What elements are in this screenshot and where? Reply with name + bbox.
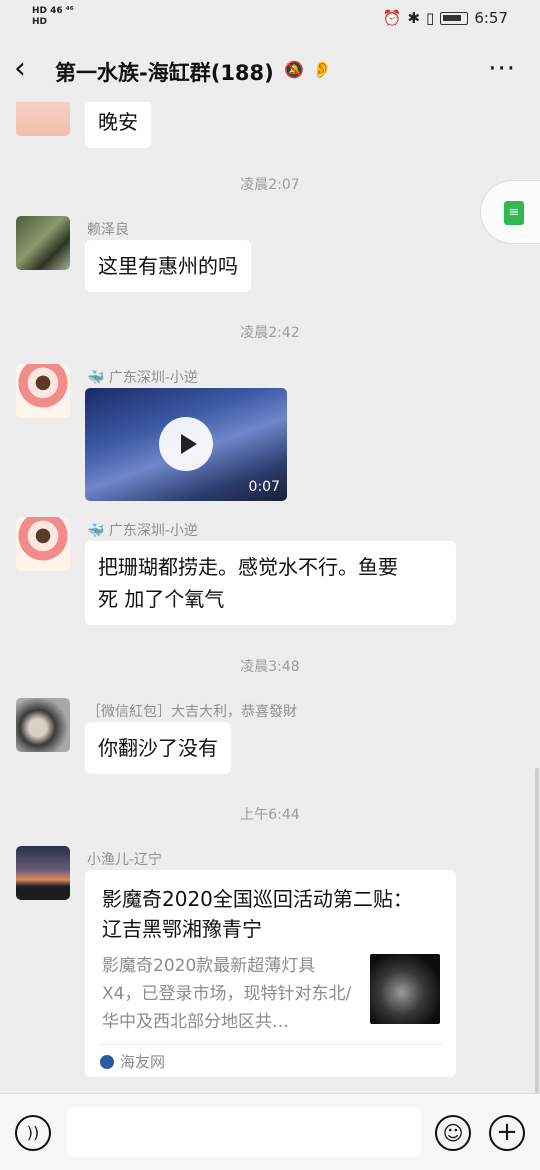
chevron-left-icon: ‹ xyxy=(14,51,26,86)
link-card-description: 影魔奇2020款最新超薄灯具X4，已登录市场，现特针对东北/华中及西北部分地区共… xyxy=(102,956,352,1032)
divider xyxy=(99,1044,442,1045)
message-list[interactable]: 晚安 凌晨2:07 赖泽良 这里有惠州的吗 凌晨2:42 🐳 广东深圳-小逆 0… xyxy=(0,102,540,1092)
avatar[interactable] xyxy=(16,216,70,270)
sender-name: 🐳 广东深圳-小逆 xyxy=(87,370,198,386)
avatar[interactable] xyxy=(16,698,70,752)
link-card[interactable]: 影魔奇2020全国巡回活动第二贴： 辽吉黑鄂湘豫青宁 影魔奇2020款最新超薄灯… xyxy=(85,870,456,1077)
video-duration: 0:07 xyxy=(248,479,280,495)
floating-notes-button[interactable]: ≡ xyxy=(480,180,540,244)
timestamp: 凌晨2:42 xyxy=(240,325,300,341)
bluetooth-icon: ✱ xyxy=(407,9,421,27)
message-bubble[interactable]: 把珊瑚都捞走。感觉水不行。鱼要 死 加了个氧气 xyxy=(85,541,456,625)
clock-time: 6:57 xyxy=(474,9,508,27)
chat-header: ‹ 第一水族-海缸群(188) 🔕 👂 ··· xyxy=(0,38,540,102)
ear-icon: 👂 xyxy=(312,60,332,79)
avatar[interactable] xyxy=(16,846,70,900)
voice-icon: )) xyxy=(26,1123,40,1142)
message-bubble[interactable]: 这里有惠州的吗 xyxy=(85,240,251,292)
source-name: 海友网 xyxy=(120,1053,166,1071)
emoji-button[interactable]: ☺ xyxy=(435,1115,471,1151)
document-icon: ≡ xyxy=(504,201,524,225)
plus-button[interactable]: + xyxy=(489,1115,525,1151)
voice-button[interactable]: )) xyxy=(15,1115,51,1151)
source-logo-icon xyxy=(100,1054,114,1069)
sender-name: 🐳 广东深圳-小逆 xyxy=(87,523,198,539)
battery-icon xyxy=(440,11,469,25)
link-card-source: 海友网 xyxy=(100,1051,165,1072)
back-button[interactable]: ‹ xyxy=(14,54,42,84)
signal-indicators: HD 46 ⁴⁶ HD xyxy=(32,6,74,27)
timestamp: 凌晨3:48 xyxy=(240,659,300,675)
chat-title: 第一水族-海缸群(188) xyxy=(55,61,274,85)
vibrate-icon: ▯ xyxy=(426,9,435,27)
play-icon[interactable] xyxy=(159,417,213,471)
avatar[interactable] xyxy=(16,517,70,571)
more-button[interactable]: ··· xyxy=(488,54,516,84)
alarm-icon: ⏰ xyxy=(382,9,402,27)
link-card-thumbnail xyxy=(370,954,440,1024)
sender-name: 小渔儿-辽宁 xyxy=(87,852,163,868)
message-bubble[interactable]: 你翻沙了没有 xyxy=(85,722,231,774)
emoji-icon: ☺ xyxy=(442,1121,464,1145)
status-bar: HD 46 ⁴⁶ HD ⏰ ✱ ▯ 6:57 xyxy=(0,0,540,38)
plus-icon: + xyxy=(496,1117,518,1147)
message-line: 把珊瑚都捞走。感觉水不行。鱼要 xyxy=(98,555,398,579)
timestamp: 凌晨2:07 xyxy=(240,177,300,193)
mute-bell-icon: 🔕 xyxy=(284,60,304,79)
input-bar: )) ☺ + xyxy=(0,1093,540,1170)
ellipsis-icon: ··· xyxy=(488,54,516,84)
video-message[interactable]: 0:07 xyxy=(85,388,287,501)
message-bubble[interactable]: 晚安 xyxy=(85,102,151,148)
avatar[interactable] xyxy=(16,364,70,418)
message-line: 死 加了个氧气 xyxy=(98,587,225,611)
timestamp: 上午6:44 xyxy=(240,807,300,823)
scrollbar[interactable] xyxy=(535,768,539,1093)
sender-name: ［微信紅包］大吉大利，恭喜發財 xyxy=(87,704,297,720)
sender-name: 赖泽良 xyxy=(87,222,129,238)
avatar[interactable] xyxy=(16,102,70,136)
status-icons: ⏰ ✱ ▯ 6:57 xyxy=(383,9,508,27)
message-input[interactable] xyxy=(67,1107,421,1157)
link-card-title: 影魔奇2020全国巡回活动第二贴： 辽吉黑鄂湘豫青宁 xyxy=(102,887,413,941)
